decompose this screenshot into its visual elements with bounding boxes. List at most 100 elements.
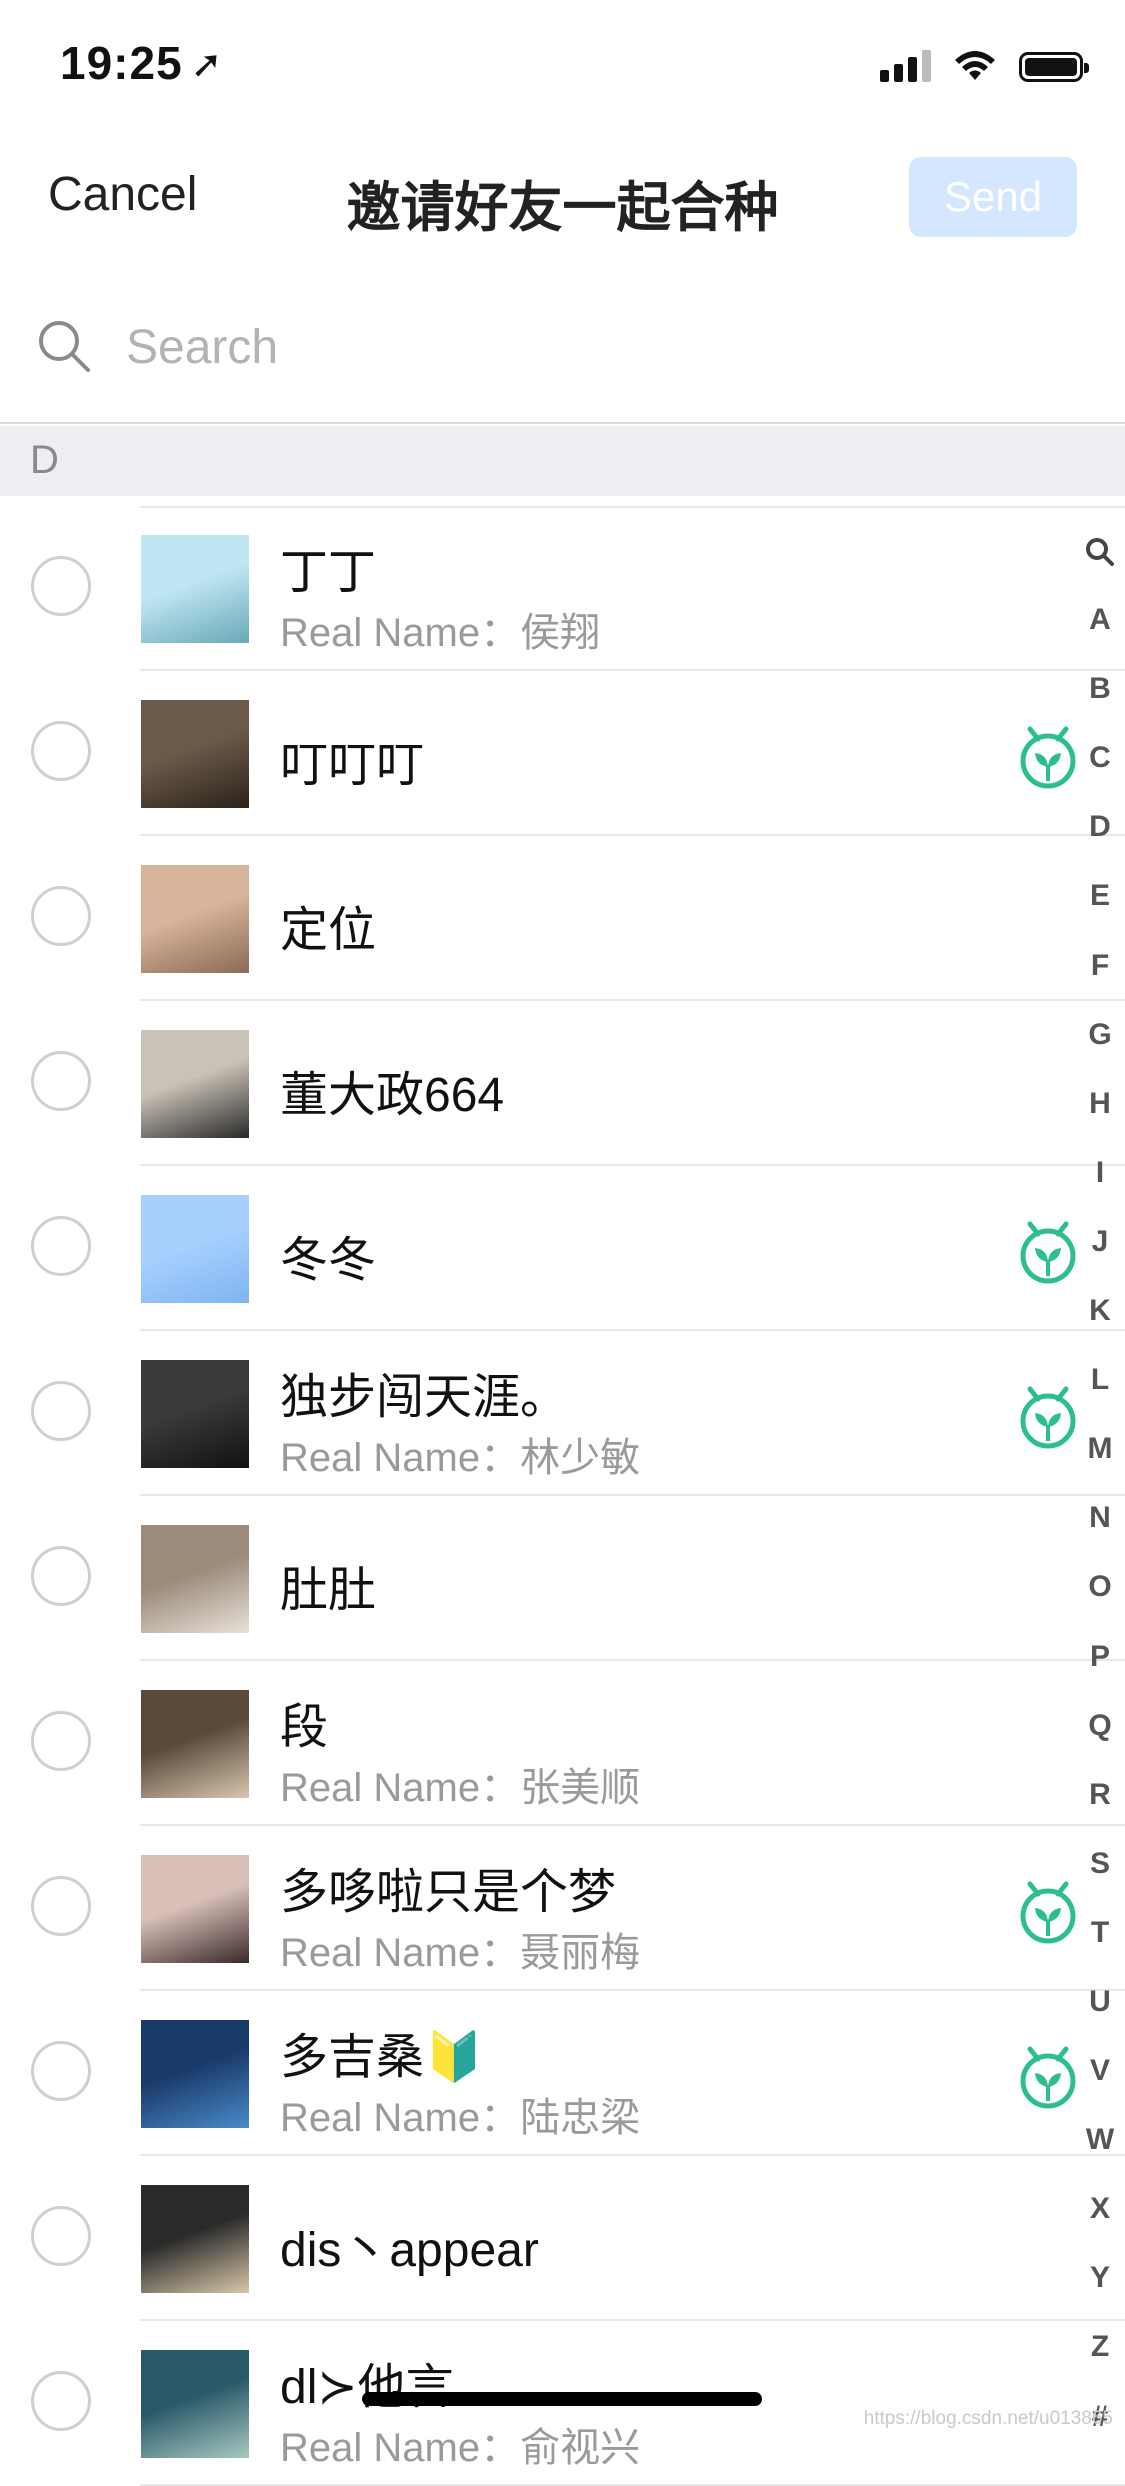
select-radio[interactable] [31,886,91,946]
status-time: 19:25 ➚ [60,36,224,90]
index-letter[interactable]: J [1075,1207,1125,1276]
avatar [141,2350,249,2458]
index-letter[interactable]: H [1075,1069,1125,1138]
index-letter[interactable]: L [1075,1345,1125,1414]
select-radio[interactable] [31,721,91,781]
index-letter[interactable]: U [1075,1967,1125,2036]
select-radio[interactable] [31,1216,91,1276]
search-icon [1086,538,1114,567]
avatar [141,2020,249,2128]
alphabet-index[interactable]: A B C D E F G H I J K L M N O P Q R S T U V W X Y Z # [1075,516,1125,2451]
index-letter[interactable]: Z [1075,2312,1125,2381]
contact-name: 冬冬 [280,1234,377,1287]
avatar [141,1030,249,1138]
index-letter[interactable]: D [1075,792,1125,861]
avatar [141,1690,249,1798]
contact-name: dis丶appear [280,2224,539,2277]
index-letter[interactable]: X [1075,2174,1125,2243]
avatar [141,1195,249,1303]
contact-row[interactable]: 肚肚 [0,1496,1125,1661]
avatar [141,700,249,808]
search-icon [39,321,90,372]
contact-name: 定位 [280,904,377,957]
index-letter[interactable]: E [1075,861,1125,930]
section-header: D [0,426,1125,496]
contact-name: dl≻他言 [280,2361,454,2414]
contact-name: 叮叮叮 [280,739,425,792]
contact-row[interactable]: 董大政664 [0,1001,1125,1166]
index-letter[interactable]: Q [1075,1691,1125,1760]
index-letter[interactable]: P [1075,1622,1125,1691]
location-arrow-icon: ➚ [190,44,224,86]
cellular-signal-icon [880,48,931,82]
index-search-icon[interactable] [1075,516,1125,585]
contact-name: 独步闯天涯。 [280,1371,569,1424]
contact-row[interactable]: 叮叮叮 [0,671,1125,836]
select-radio[interactable] [31,1711,91,1771]
avatar [141,1360,249,1468]
status-bar: 19:25 ➚ [0,0,1125,135]
sprout-badge-icon [1020,1221,1076,1284]
contact-name: 丁丁 [280,546,377,599]
contact-row[interactable]: 多吉桑🔰 Real Name：陆忠梁 [0,1991,1125,2156]
contact-row[interactable]: 多哆啦只是个梦 Real Name：聂丽梅 [0,1826,1125,1991]
status-time-text: 19:25 [60,37,183,89]
index-letter[interactable]: K [1075,1276,1125,1345]
send-button[interactable]: Send [909,157,1077,237]
contact-real-name: Real Name：陆忠梁 [280,2096,641,2140]
sprout-badge-icon [1020,1386,1076,1449]
wifi-icon [955,51,995,80]
contact-row[interactable]: 独步闯天涯。 Real Name：林少敏 [0,1331,1125,1496]
home-indicator [362,2392,762,2406]
sprout-badge-icon [1020,2046,1076,2109]
sprout-badge-icon [1020,1881,1076,1944]
avatar [141,865,249,973]
avatar [141,1525,249,1633]
avatar [141,1855,249,1963]
contact-row[interactable]: 段 Real Name：张美顺 [0,1661,1125,1826]
select-radio[interactable] [31,1876,91,1936]
contact-real-name: Real Name：张美顺 [280,1766,641,1810]
index-letter[interactable]: V [1075,2036,1125,2105]
index-letter[interactable]: T [1075,1898,1125,1967]
status-icons [880,48,1089,82]
index-letter[interactable]: B [1075,654,1125,723]
section-header-label: D [30,438,59,482]
contact-row[interactable]: 丁丁 Real Name：侯翔 [0,506,1125,671]
contact-name: 多吉桑🔰 [280,2031,484,2084]
contact-name: 肚肚 [280,1564,377,1617]
index-letter[interactable]: C [1075,723,1125,792]
select-radio[interactable] [31,556,91,616]
index-letter[interactable]: R [1075,1760,1125,1829]
contact-name: 董大政664 [280,1069,505,1122]
contact-row[interactable]: dis丶appear [0,2156,1125,2321]
select-radio[interactable] [31,2041,91,2101]
contact-real-name: Real Name：聂丽梅 [280,1931,641,1975]
index-letter[interactable]: O [1075,1552,1125,1621]
contact-name: 段 [280,1701,329,1754]
index-letter[interactable]: W [1075,2105,1125,2174]
index-letter[interactable]: N [1075,1483,1125,1552]
contact-real-name: Real Name：侯翔 [280,611,601,655]
nav-bar: Cancel 邀请好友一起合种 Send [0,135,1125,265]
index-letter[interactable]: Y [1075,2243,1125,2312]
index-letter[interactable]: A [1075,585,1125,654]
select-radio[interactable] [31,2206,91,2266]
contact-real-name: Real Name：林少敏 [280,1436,641,1480]
select-radio[interactable] [31,1546,91,1606]
select-radio[interactable] [31,1381,91,1441]
select-radio[interactable] [31,1051,91,1111]
index-letter[interactable]: G [1075,1000,1125,1069]
contact-name: 多哆啦只是个梦 [280,1866,617,1919]
index-letter[interactable]: S [1075,1829,1125,1898]
contact-list: 丁丁 Real Name：侯翔叮叮叮定位董大政664 冬冬独步闯天涯。 Real Na… [0,506,1125,2486]
index-letter[interactable]: I [1075,1138,1125,1207]
select-radio[interactable] [31,2371,91,2431]
search-input[interactable] [126,320,1026,375]
sprout-badge-icon [1020,726,1076,789]
index-letter[interactable]: F [1075,931,1125,1000]
contact-row[interactable]: 定位 [0,836,1125,1001]
index-letter[interactable]: M [1075,1414,1125,1483]
contact-real-name: Real Name：俞视兴 [280,2426,641,2470]
contact-row[interactable]: 冬冬 [0,1166,1125,1331]
